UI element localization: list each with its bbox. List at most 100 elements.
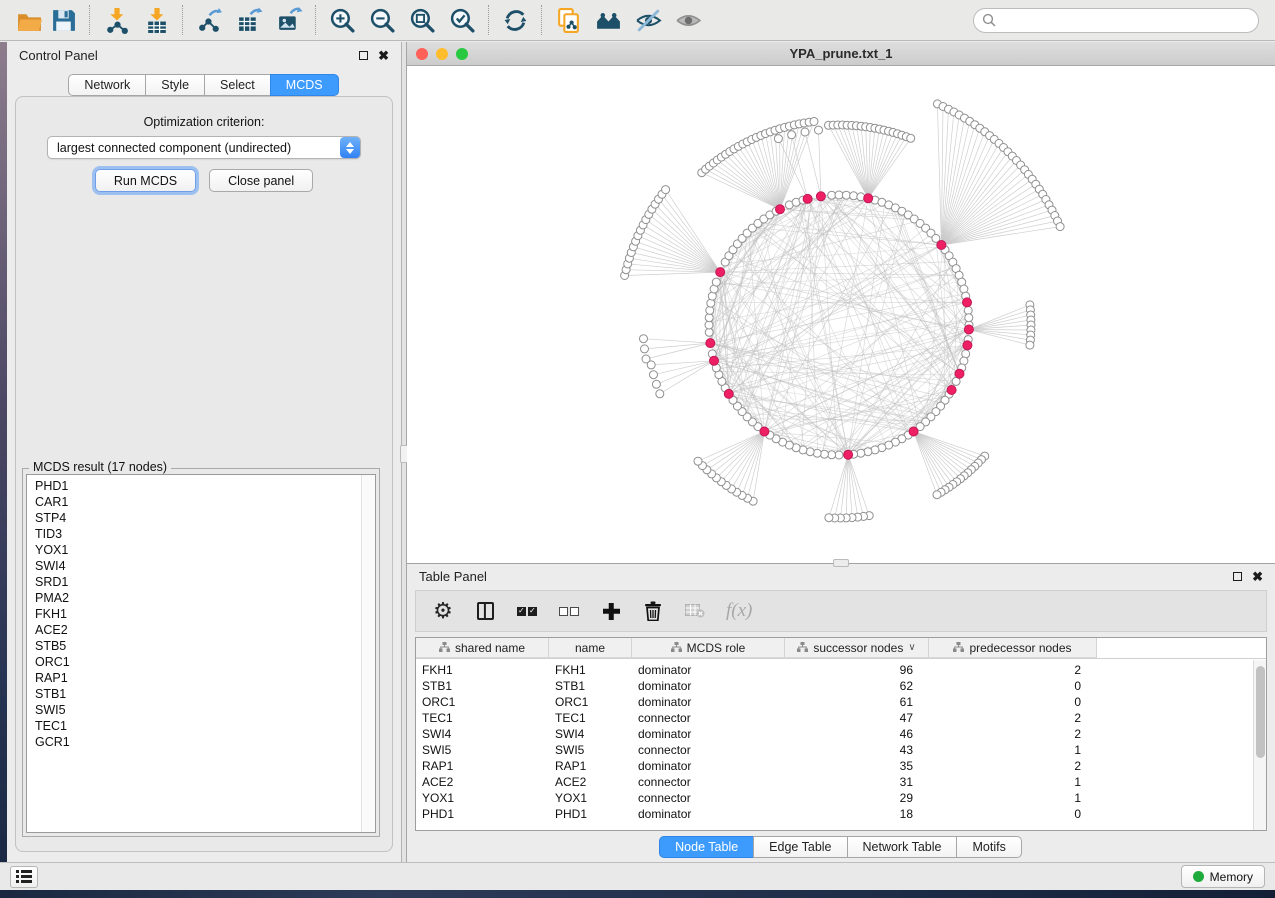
mcds-hub-node[interactable] (716, 268, 725, 277)
table-row[interactable]: PHD1PHD1dominator180 (416, 806, 1266, 822)
show-all-button[interactable] (671, 3, 705, 37)
window-minimize-button[interactable] (436, 48, 448, 60)
select-all-columns-button[interactable] (516, 596, 538, 626)
mcds-hub-node[interactable] (963, 341, 972, 350)
ring-node[interactable] (850, 192, 858, 200)
mcds-result-item[interactable]: SRD1 (35, 574, 361, 590)
table-row[interactable]: TEC1TEC1connector472 (416, 710, 1266, 726)
mcds-result-item[interactable]: ORC1 (35, 654, 361, 670)
zoom-fit-button[interactable] (405, 3, 439, 37)
leaf-node[interactable] (815, 126, 823, 134)
mcds-result-item[interactable]: PMA2 (35, 590, 361, 606)
status-menu-button[interactable] (10, 866, 38, 888)
mcds-hub-node[interactable] (909, 427, 918, 436)
import-network-button[interactable] (99, 3, 133, 37)
zoom-in-button[interactable] (325, 3, 359, 37)
tab-motifs[interactable]: Motifs (956, 836, 1021, 858)
mcds-hub-node[interactable] (776, 205, 785, 214)
column-header-shared-name[interactable]: shared name (416, 638, 549, 658)
save-session-button[interactable] (46, 3, 80, 37)
ring-node[interactable] (835, 451, 843, 459)
table-scrollbar-thumb[interactable] (1256, 666, 1265, 758)
ring-node[interactable] (828, 191, 836, 199)
column-header-successor-nodes[interactable]: successor nodes∨ (785, 638, 929, 658)
mcds-result-item[interactable]: GCR1 (35, 734, 361, 750)
leaf-node[interactable] (907, 134, 915, 142)
network-window-titlebar[interactable]: YPA_prune.txt_1 (407, 42, 1275, 66)
split-view-button[interactable] (474, 596, 496, 626)
leaf-node[interactable] (650, 371, 658, 379)
window-close-button[interactable] (416, 48, 428, 60)
ring-node[interactable] (705, 321, 713, 329)
table-row[interactable]: ORC1ORC1dominator610 (416, 694, 1266, 710)
mcds-hub-node[interactable] (864, 194, 873, 203)
open-file-button[interactable] (12, 3, 46, 37)
table-row[interactable]: YOX1YOX1connector291 (416, 790, 1266, 806)
mcds-hub-node[interactable] (724, 389, 733, 398)
mcds-hub-node[interactable] (947, 386, 956, 395)
leaf-node[interactable] (652, 380, 660, 388)
tab-mcds[interactable]: MCDS (270, 74, 339, 96)
mcds-result-item[interactable]: SWI5 (35, 702, 361, 718)
leaf-node[interactable] (788, 131, 796, 139)
mcds-hub-node[interactable] (955, 369, 964, 378)
mcds-hub-node[interactable] (706, 339, 715, 348)
leaf-node[interactable] (656, 390, 664, 398)
ring-node[interactable] (705, 314, 713, 322)
optimization-criterion-dropdown[interactable]: largest connected component (undirected) (47, 136, 361, 159)
float-panel-icon[interactable] (359, 51, 368, 60)
leaf-node[interactable] (1056, 223, 1064, 231)
network-canvas[interactable] (407, 67, 1275, 563)
mcds-hub-node[interactable] (803, 194, 812, 203)
delete-table-button[interactable] (684, 596, 706, 626)
tab-network[interactable]: Network (68, 74, 146, 96)
ring-node[interactable] (964, 306, 972, 314)
add-column-button[interactable] (600, 596, 622, 626)
mcds-hub-node[interactable] (710, 356, 719, 365)
table-row[interactable]: FKH1FKH1dominator962 (416, 662, 1266, 678)
ring-node[interactable] (820, 450, 828, 458)
table-row[interactable]: SWI5SWI5connector431 (416, 742, 1266, 758)
leaf-node[interactable] (641, 345, 649, 353)
leaf-node[interactable] (1026, 341, 1034, 349)
ring-node[interactable] (842, 191, 850, 199)
ring-node[interactable] (835, 191, 843, 199)
tab-edge-table[interactable]: Edge Table (753, 836, 847, 858)
tab-style[interactable]: Style (145, 74, 205, 96)
leaf-node[interactable] (825, 514, 833, 522)
export-network-button[interactable] (192, 3, 226, 37)
mcds-hub-node[interactable] (844, 450, 853, 459)
deselect-all-columns-button[interactable] (558, 596, 580, 626)
mcds-hub-node[interactable] (963, 298, 972, 307)
refresh-button[interactable] (498, 3, 532, 37)
ring-node[interactable] (712, 278, 720, 286)
table-scrollbar[interactable] (1253, 660, 1266, 830)
ring-node[interactable] (828, 451, 836, 459)
memory-button[interactable]: Memory (1181, 865, 1265, 888)
mcds-hub-node[interactable] (964, 325, 973, 334)
table-row[interactable]: RAP1RAP1dominator352 (416, 758, 1266, 774)
tab-network-table[interactable]: Network Table (847, 836, 958, 858)
mcds-result-item[interactable]: ACE2 (35, 622, 361, 638)
table-row[interactable]: SWI4SWI4dominator462 (416, 726, 1266, 742)
ring-node[interactable] (965, 314, 973, 322)
mcds-result-item[interactable]: TEC1 (35, 718, 361, 734)
delete-column-button[interactable] (642, 596, 664, 626)
function-builder-button[interactable]: f(x) (726, 596, 752, 626)
close-panel-icon[interactable]: ✖ (378, 51, 389, 60)
table-settings-button[interactable]: ⚙ (432, 596, 454, 626)
mcds-hub-node[interactable] (816, 192, 825, 201)
close-table-panel-icon[interactable]: ✖ (1252, 572, 1263, 581)
leaf-node[interactable] (801, 128, 809, 136)
mcds-result-item[interactable]: STB5 (35, 638, 361, 654)
duplicate-network-button[interactable] (551, 3, 585, 37)
leaf-node[interactable] (810, 118, 818, 126)
export-image-button[interactable] (272, 3, 306, 37)
leaf-node[interactable] (640, 335, 648, 343)
mcds-result-item[interactable]: FKH1 (35, 606, 361, 622)
mcds-hub-node[interactable] (937, 241, 946, 250)
float-table-panel-icon[interactable] (1233, 572, 1242, 581)
leaf-node[interactable] (694, 457, 702, 465)
network-graph[interactable] (407, 67, 1275, 563)
mcds-result-item[interactable]: STB1 (35, 686, 361, 702)
